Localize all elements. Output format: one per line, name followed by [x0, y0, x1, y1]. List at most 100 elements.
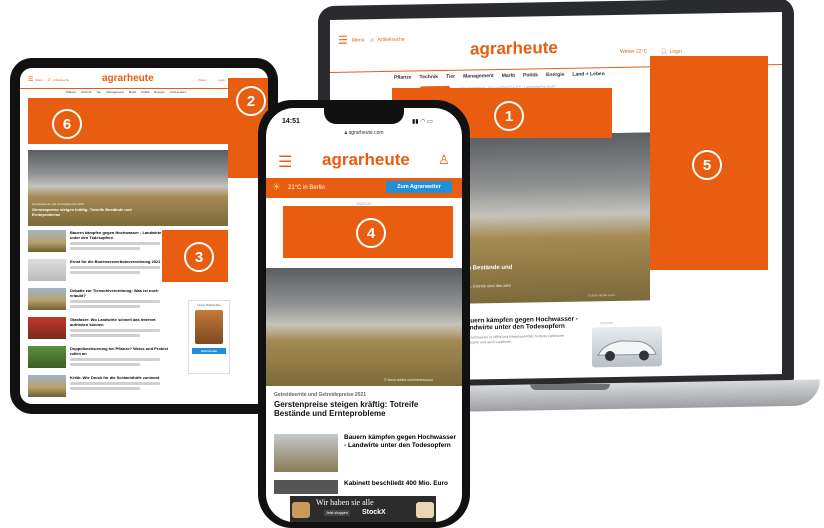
- article-title: Debatte zur Tierwohlverordnung: Was ist …: [70, 288, 159, 298]
- nav-item[interactable]: Technik: [81, 90, 91, 94]
- marker-3: 3: [184, 242, 214, 272]
- list-item[interactable]: Bauern kämpfen gegen Hochwasser - Landwi…: [28, 230, 178, 256]
- laptop-article-title[interactable]: Bauern kämpfen gegen Hochwasser - Landwi…: [462, 316, 582, 332]
- tablet-login-button[interactable]: Login: [218, 78, 225, 82]
- phone-photo-credit: © stock.adobe.com/melesousul: [384, 378, 433, 382]
- article-title: Ernst für die Bodenseeverbotsverordnung …: [70, 259, 161, 264]
- article-title: Bauern kämpfen gegen Hochwasser - Landwi…: [344, 434, 456, 449]
- lock-icon: 🔒︎: [344, 130, 348, 136]
- url-bar[interactable]: 🔒︎ agrarheute.com: [266, 130, 462, 136]
- article-thumbnail: [28, 375, 66, 397]
- status-icons: ▮▮ ◠ ▭: [412, 119, 433, 125]
- nav-item[interactable]: Pflanze: [66, 90, 76, 94]
- sidebar-ad-title: Unser Digital-Abo: [197, 303, 221, 307]
- nav-item[interactable]: Land + Leben: [572, 71, 604, 78]
- tablet-article-list: Bauern kämpfen gegen Hochwasser - Landwi…: [28, 230, 178, 401]
- status-time: 14:51: [282, 118, 300, 125]
- list-item[interactable]: Kritik: Wie Druck für die Schlachthöfe z…: [28, 375, 178, 401]
- article-title: Kabinett beschließt 400 Mio. Euro: [344, 480, 449, 487]
- sun-icon: ☀: [272, 182, 281, 193]
- laptop-hero-title[interactable]: en Bestände und: [464, 265, 512, 272]
- nav-item[interactable]: Pflanze: [394, 75, 412, 81]
- article-thumbnail: [28, 288, 66, 310]
- shoe-image: [292, 502, 310, 518]
- marker-1: 1: [494, 101, 524, 131]
- laptop-notch: [530, 384, 610, 390]
- tablet-menu-button[interactable]: ☰ Menü: [28, 76, 43, 83]
- user-icon[interactable]: ♙: [438, 152, 450, 168]
- nav-item[interactable]: Markt: [129, 90, 137, 94]
- laptop-logo[interactable]: agrarheute: [470, 38, 558, 60]
- hamburger-icon: ☰: [28, 77, 34, 83]
- weather-text: 21°C in Berlin: [288, 185, 325, 191]
- nav-item[interactable]: Tier: [96, 90, 101, 94]
- shoe-image: [416, 502, 434, 518]
- search-icon: ⌕: [48, 77, 51, 83]
- laptop-article-text: Das Hochwasser in NRW und Rheinland-Pfal…: [462, 333, 564, 345]
- car-icon: [597, 340, 657, 362]
- marker-5: 5: [692, 150, 722, 180]
- banner-text: Wir haben sie alle: [316, 498, 374, 507]
- phone-notch: [324, 108, 404, 124]
- marker-4: 4: [356, 218, 386, 248]
- tablet-nav: Pflanze Technik Tier Management Markt Po…: [66, 90, 186, 94]
- article-title: Glasfaser: Wo Landwirte schnell das Inte…: [70, 317, 156, 327]
- laptop-nav: Pflanze Technik Tier Management Markt Po…: [394, 71, 605, 81]
- tablet-search-button[interactable]: ⌕ Artikelsuche: [48, 77, 69, 83]
- article-title: Kritik: Wie Druck für die Schlachthöfe z…: [70, 375, 160, 380]
- nav-item[interactable]: Management: [463, 73, 494, 80]
- laptop-ad-label: ANZEIGE: [600, 321, 614, 326]
- phone-hero-image[interactable]: [266, 268, 462, 386]
- article-thumbnail: [28, 317, 66, 339]
- article-thumbnail: [28, 230, 66, 252]
- article-thumbnail: [274, 480, 338, 494]
- article-title: Doppelbesteuerung bei Pflanze? Weiss und…: [70, 346, 168, 356]
- nav-item[interactable]: Politik: [523, 72, 538, 78]
- nav-item[interactable]: Politik: [141, 90, 149, 94]
- article-thumbnail: [28, 346, 66, 368]
- tablet-hero-title[interactable]: Gerstenpreise steigen kräftig: Totreife …: [32, 207, 142, 217]
- laptop-login-button[interactable]: 👤︎ Login: [660, 48, 682, 55]
- sidebar-ad-button[interactable]: Jetzt testen: [192, 348, 226, 354]
- hamburger-icon[interactable]: ☰: [278, 152, 292, 172]
- tablet-weather-link[interactable]: Wetter: [198, 78, 207, 82]
- marker-6: 6: [52, 109, 82, 139]
- car-ad-image[interactable]: [592, 326, 662, 368]
- article-thumbnail: [274, 434, 338, 472]
- article-title: Bauern kämpfen gegen Hochwasser - Landwi…: [70, 230, 162, 240]
- banner-brand: StockX: [362, 509, 386, 516]
- tablet-sidebar-ad[interactable]: Unser Digital-Abo Jetzt testen: [188, 300, 230, 374]
- laptop-weather-link[interactable]: Wetter 22°C: [620, 48, 647, 54]
- phone-screen: 14:51 ▮▮ ◠ ▭ 🔒︎ agrarheute.com ☰ agrarhe…: [266, 108, 462, 522]
- laptop-search-button[interactable]: ⌕ Artikelsuche: [370, 35, 405, 46]
- laptop-hero-subtitle: lem, Gründe sind das sehr: [464, 282, 511, 289]
- agrarwetter-button[interactable]: Zum Agrarwetter: [386, 181, 452, 193]
- tablet-device-image: [195, 310, 223, 344]
- tablet-logo[interactable]: agrarheute: [102, 73, 154, 84]
- list-item[interactable]: Kabinett beschließt 400 Mio. Euro: [274, 480, 458, 494]
- list-item[interactable]: Doppelbesteuerung bei Pflanze? Weiss und…: [28, 346, 178, 372]
- user-icon: 👤︎: [660, 49, 668, 56]
- phone-headline[interactable]: Gerstenpreise steigen kräftig: Totreife …: [274, 400, 454, 418]
- nav-item[interactable]: Tier: [446, 74, 455, 80]
- phone-kicker: Getreideernte und Getreidepreise 2021: [274, 392, 366, 398]
- list-item[interactable]: Glasfaser: Wo Landwirte schnell das Inte…: [28, 317, 178, 343]
- nav-item[interactable]: Management: [106, 90, 124, 94]
- nav-item[interactable]: Markt: [502, 73, 515, 79]
- list-item[interactable]: Debatte zur Tierwohlverordnung: Was ist …: [28, 288, 178, 314]
- nav-item[interactable]: Technik: [420, 74, 439, 80]
- laptop-menu-button[interactable]: ☰ Menü: [338, 33, 364, 47]
- nav-item[interactable]: Energie: [546, 72, 564, 78]
- nav-item[interactable]: Energie: [154, 90, 164, 94]
- banner-button[interactable]: Jetzt shoppen: [324, 510, 350, 516]
- stockx-banner[interactable]: Wir haben sie alle Jetzt shoppen StockX: [290, 496, 436, 522]
- nav-item[interactable]: Land+Leben: [170, 90, 187, 94]
- list-item[interactable]: Bauern kämpfen gegen Hochwasser - Landwi…: [274, 434, 458, 472]
- hamburger-icon: ☰: [338, 34, 348, 47]
- article-thumbnail: [28, 259, 66, 281]
- search-icon: ⌕: [370, 35, 375, 45]
- laptop-photo-credit: © stock.adobe.com/...: [588, 292, 618, 298]
- list-item[interactable]: Ernst für die Bodenseeverbotsverordnung …: [28, 259, 178, 285]
- tablet-hero-kicker: Getreideernte und Getreidepreise 2021: [32, 202, 85, 206]
- phone-logo[interactable]: agrarheute: [322, 150, 410, 170]
